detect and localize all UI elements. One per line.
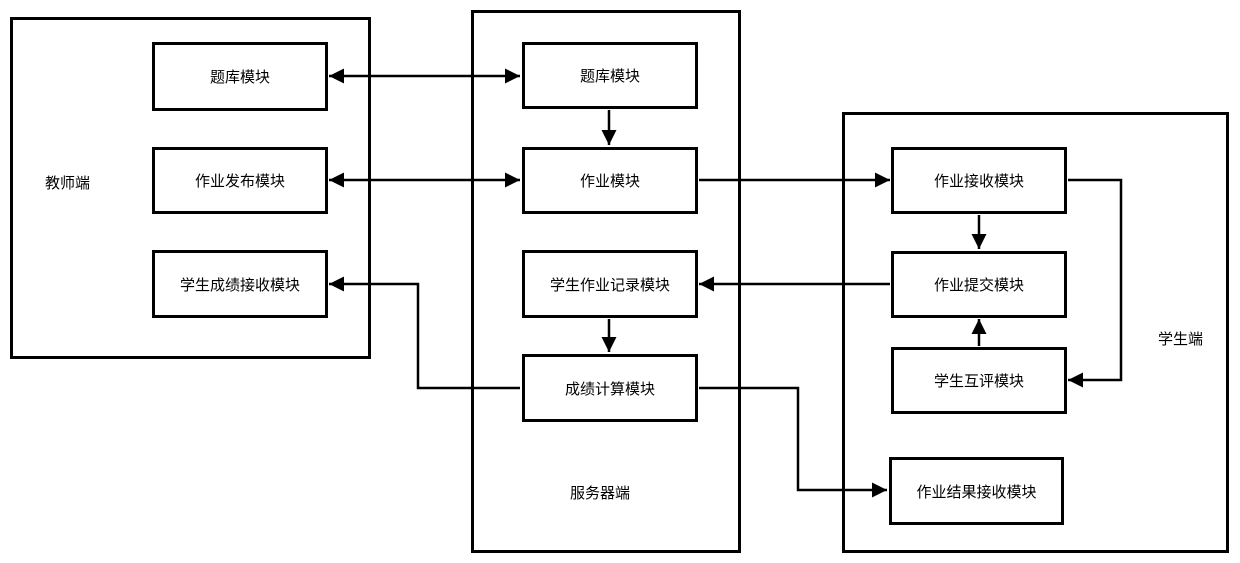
server-assignment-module: 作业模块 (522, 147, 698, 214)
teacher-question-bank-module: 题库模块 (152, 42, 328, 111)
server-submission-record-module: 学生作业记录模块 (522, 250, 698, 318)
student-assignment-receive-module: 作业接收模块 (891, 147, 1067, 214)
teacher-grade-receive-module: 学生成绩接收模块 (152, 250, 328, 318)
student-result-receive-module: 作业结果接收模块 (889, 457, 1064, 525)
arrow-receive-to-peer (1068, 178, 1123, 388)
student-peer-review-module: 学生互评模块 (891, 347, 1067, 414)
arrow-grade-to-teacher (329, 276, 520, 390)
arrow-grade-to-result (699, 386, 887, 498)
teacher-assignment-publish-module: 作业发布模块 (152, 147, 328, 214)
student-label: 学生端 (1158, 330, 1204, 348)
student-assignment-submit-module: 作业提交模块 (891, 251, 1067, 318)
teacher-label: 教师端 (45, 174, 91, 192)
server-label: 服务器端 (570, 484, 631, 502)
server-question-bank-module: 题库模块 (522, 42, 698, 109)
server-grade-calc-module: 成绩计算模块 (522, 354, 698, 422)
